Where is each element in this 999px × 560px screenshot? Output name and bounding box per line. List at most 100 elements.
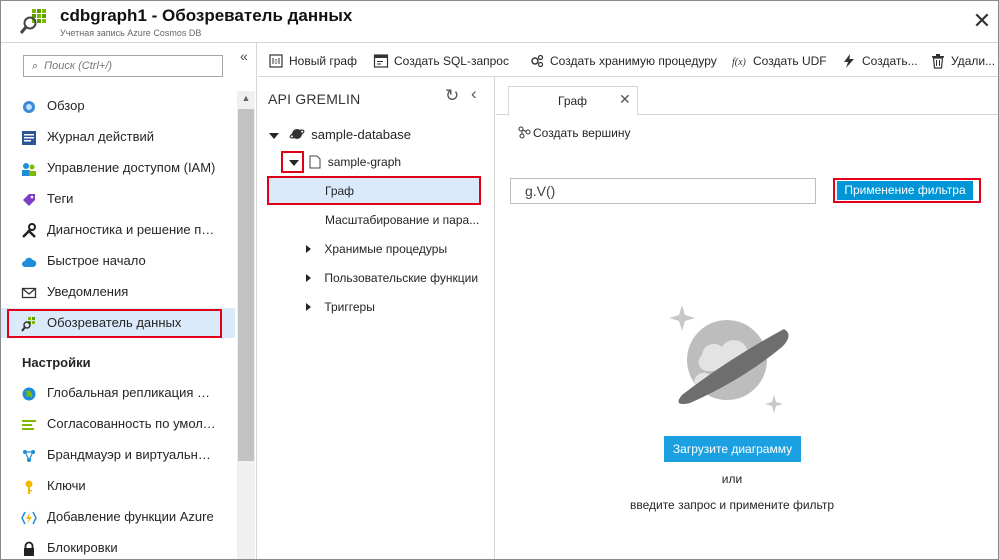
azure-function-icon: [21, 511, 37, 525]
tree-node-udfs[interactable]: Пользовательские функции: [306, 271, 478, 285]
menu-search-input[interactable]: ⌕ Поиск (Ctrl+/): [23, 55, 223, 77]
or-text: или: [721, 472, 743, 486]
new-graph-icon: {}: [269, 54, 283, 68]
wrench-icon: [22, 223, 36, 238]
new-graph-button[interactable]: {} Новый граф: [268, 51, 357, 71]
resource-tree-panel: API GREMLIN ↻ ‹ sample-database sample-g…: [258, 77, 495, 559]
menu-item-locks[interactable]: Блокировки: [1, 533, 235, 559]
gremlin-query-input[interactable]: g.V(): [510, 178, 816, 204]
tab-graph[interactable]: Граф ✕: [508, 86, 638, 116]
new-vertex-icon: [518, 126, 531, 139]
menu-item-label: Журнал действий: [47, 129, 155, 144]
new-sql-query-icon: [373, 54, 389, 68]
menu-item-label: Быстрое начало: [47, 253, 146, 268]
delete-button[interactable]: Удали...: [930, 51, 995, 71]
menu-scroll-thumb[interactable]: [238, 109, 254, 461]
menu-item-label: Обозреватель данных: [47, 315, 182, 330]
svg-text:f(x): f(x): [732, 57, 747, 68]
new-sql-query-label: Создать SQL-запрос: [394, 54, 509, 68]
cosmos-db-app-icon: [19, 9, 46, 34]
tab-strip: Граф ✕: [496, 77, 998, 116]
tree-node-database[interactable]: sample-database: [269, 126, 411, 142]
sprocs-label: Хранимые процедуры: [324, 242, 448, 256]
globe-icon: [22, 387, 36, 401]
new-udf-label: Создать UDF: [753, 54, 827, 68]
database-planet-icon: [289, 129, 305, 139]
data-explorer-toolbar: {} Новый граф Создать SQL-запрос Создать…: [258, 43, 998, 77]
new-vertex-button[interactable]: Создать вершину: [518, 126, 630, 140]
app-window: cdbgraph1 - Обозреватель данных Учетная …: [0, 0, 999, 560]
expand-collection-caret-icon[interactable]: [289, 160, 299, 166]
menu-item-overview[interactable]: Обзор: [1, 91, 235, 121]
expand-database-caret-icon[interactable]: [269, 133, 279, 139]
stored-procedure-icon: [531, 54, 544, 68]
tree-node-stored-procedures[interactable]: Хранимые процедуры: [306, 242, 447, 256]
udfs-label: Пользовательские функции: [324, 271, 479, 285]
cloud-icon: [22, 257, 37, 267]
menu-item-label: Теги: [47, 191, 74, 206]
expand-sprocs-caret-icon[interactable]: [306, 245, 311, 253]
menu-item-tags[interactable]: Теги: [1, 184, 235, 214]
triggers-label: Триггеры: [324, 300, 375, 314]
menu-item-quickstart[interactable]: Быстрое начало: [1, 246, 235, 276]
refresh-icon[interactable]: ↻: [445, 86, 459, 106]
lock-icon: [24, 541, 34, 556]
consistency-icon: [22, 420, 36, 430]
menu-item-consistency[interactable]: Согласованность по умолч...: [1, 409, 235, 439]
api-header: API GREMLIN: [268, 91, 361, 107]
collection-name: sample-graph: [327, 155, 402, 169]
new-stored-procedure-label: Создать хранимую процедуру: [550, 54, 717, 68]
apply-filter-button[interactable]: Применение фильтра: [837, 181, 973, 200]
menu-item-global-replication[interactable]: Глобальная репликация да...: [1, 378, 235, 408]
lightning-icon: [844, 54, 854, 68]
mail-icon: [21, 287, 37, 299]
scale-label: Масштабирование и пара...: [325, 213, 480, 227]
collapse-tree-icon[interactable]: ‹: [471, 84, 477, 104]
tag-icon: [23, 194, 35, 206]
new-sql-query-button[interactable]: Создать SQL-запрос: [373, 51, 509, 71]
scroll-up-arrow-icon[interactable]: ▲: [237, 93, 255, 107]
tree-node-triggers[interactable]: Триггеры: [306, 300, 375, 314]
window-title: cdbgraph1 - Обозреватель данных: [60, 6, 353, 25]
menu-item-notifications[interactable]: Уведомления: [1, 277, 235, 307]
delete-label: Удали...: [951, 54, 996, 68]
menu-item-firewall[interactable]: Брандмауэр и виртуальные...: [1, 440, 235, 470]
menu-item-data-explorer[interactable]: Обозреватель данных: [1, 308, 235, 338]
tree-node-scale-settings[interactable]: Масштабирование и пара...: [325, 213, 479, 227]
menu-item-label: Блокировки: [47, 540, 118, 555]
activity-log-icon: [22, 131, 36, 145]
resource-menu: ⌕ Поиск (Ctrl+/) « ▲ Обзор Журнал действи…: [1, 43, 257, 559]
new-stored-procedure-button[interactable]: Создать хранимую процедуру: [529, 51, 717, 71]
graph-node-label: Граф: [325, 184, 355, 198]
menu-item-azure-function[interactable]: Добавление функции Azure: [1, 502, 235, 532]
load-graph-button[interactable]: Загрузите диаграмму: [664, 436, 801, 462]
menu-item-activity-log[interactable]: Журнал действий: [1, 122, 235, 152]
menu-item-label: Добавление функции Azure: [47, 509, 214, 524]
menu-item-label: Согласованность по умолч...: [47, 416, 217, 431]
tree-node-collection[interactable]: sample-graph: [287, 155, 401, 169]
menu-item-diagnose[interactable]: Диагностика и решение пр...: [1, 215, 235, 245]
new-vertex-label: Создать вершину: [533, 126, 631, 140]
tab-graph-label: Граф: [558, 94, 588, 108]
menu-item-keys[interactable]: Ключи: [1, 471, 235, 501]
new-udf-button[interactable]: f(x) Создать UDF: [732, 51, 827, 71]
settings-section-heading: Настройки: [22, 355, 91, 370]
new-trigger-button[interactable]: Создать...: [841, 51, 918, 71]
database-name: sample-database: [311, 127, 411, 142]
collapse-menu-button[interactable]: «: [240, 48, 248, 64]
window-subtitle: Учетная запись Azure Cosmos DB: [60, 28, 202, 38]
close-tab-icon[interactable]: ✕: [619, 91, 631, 108]
iam-icon: [22, 163, 36, 176]
expand-triggers-caret-icon[interactable]: [306, 303, 311, 311]
menu-item-label: Глобальная репликация да...: [47, 385, 217, 400]
udf-icon: f(x): [732, 57, 747, 68]
firewall-icon: [23, 450, 35, 462]
tree-node-graph[interactable]: Граф: [267, 178, 480, 203]
new-trigger-label: Создать...: [862, 54, 918, 68]
menu-item-label: Уведомления: [47, 284, 129, 299]
expand-udfs-caret-icon[interactable]: [306, 274, 311, 282]
svg-text:{}: {}: [274, 59, 278, 65]
menu-item-iam[interactable]: Управление доступом (IAM): [1, 153, 235, 183]
menu-item-label: Брандмауэр и виртуальные...: [47, 447, 217, 462]
close-window-button[interactable]: ✕: [972, 10, 992, 32]
